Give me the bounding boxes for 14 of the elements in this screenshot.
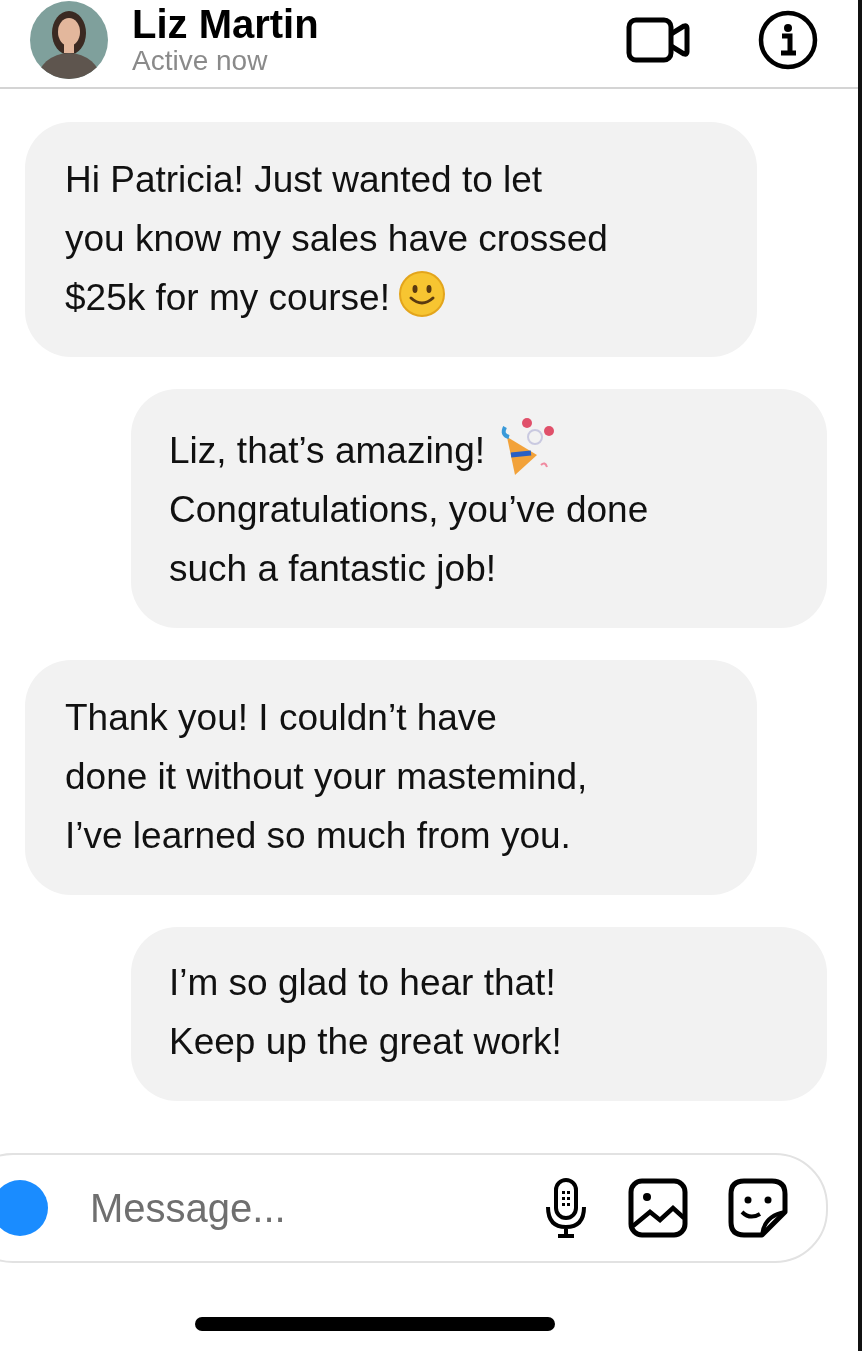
message-text: I’m so glad to hear that! Keep up the great work! [169, 961, 563, 1064]
video-call-button[interactable] [626, 16, 690, 63]
camera-button[interactable] [0, 1180, 48, 1236]
microphone-icon[interactable] [544, 1177, 588, 1239]
status-text: Active now [132, 44, 269, 77]
info-button[interactable] [758, 9, 818, 70]
message-text: Liz, that’s amazing! Congratulations, you’ve done such a fantastic job! [169, 415, 797, 598]
image-icon[interactable] [628, 1178, 688, 1238]
message-text: Hi Patricia! Just wanted to let you know my sales have crossed $25k for my course! [65, 158, 609, 320]
message-field[interactable]: Message... [88, 1184, 504, 1232]
message-text: Thank you! I couldn’t have done it without your mastemind, I’ve learned so much from you. [65, 696, 589, 858]
contact-name: Liz Martin [132, 2, 320, 45]
smiley-icon [397, 270, 446, 318]
sticker-icon[interactable] [728, 1178, 788, 1238]
